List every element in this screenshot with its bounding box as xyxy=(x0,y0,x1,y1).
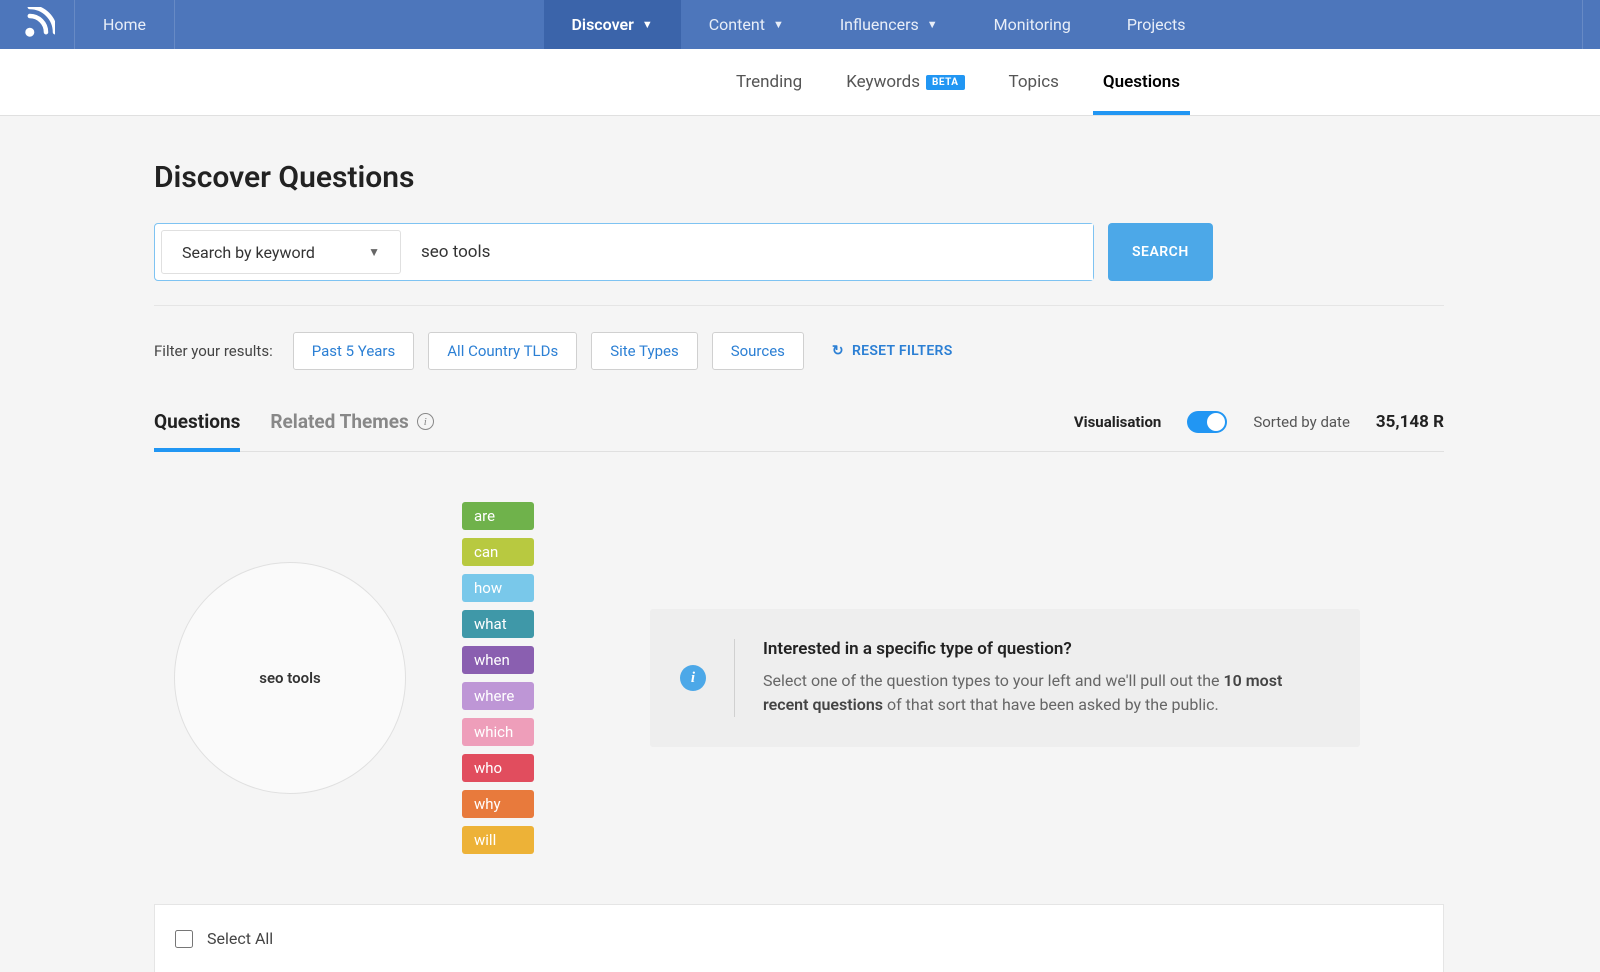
app-logo[interactable] xyxy=(0,0,75,49)
visualisation-toggle[interactable] xyxy=(1187,411,1227,433)
question-type-list: are can how what when where which who why will xyxy=(462,502,534,854)
tab-related-themes[interactable]: Related Themes i xyxy=(270,410,433,451)
question-type-how[interactable]: how xyxy=(462,574,534,602)
visualisation-label: Visualisation xyxy=(1074,413,1162,431)
beta-badge: BETA xyxy=(926,75,965,90)
info-panel: i Interested in a specific type of quest… xyxy=(650,609,1360,747)
question-type-why[interactable]: why xyxy=(462,790,534,818)
nav-influencers[interactable]: Influencers▼ xyxy=(812,0,966,49)
refresh-icon: ↻ xyxy=(832,343,844,359)
filter-label: Filter your results: xyxy=(154,342,273,360)
keyword-circle: seo tools xyxy=(174,562,406,794)
question-type-what[interactable]: what xyxy=(462,610,534,638)
top-nav: Home Discover▼ Content▼ Influencers▼ Mon… xyxy=(0,0,1600,49)
subnav-trending[interactable]: Trending xyxy=(736,50,802,114)
chevron-down-icon: ▼ xyxy=(642,18,653,31)
nav-home[interactable]: Home xyxy=(75,0,175,49)
chevron-down-icon: ▼ xyxy=(368,245,380,259)
filter-sources[interactable]: Sources xyxy=(712,332,804,370)
nav-content[interactable]: Content▼ xyxy=(681,0,812,49)
question-type-who[interactable]: who xyxy=(462,754,534,782)
info-icon: i xyxy=(680,665,706,691)
nav-items: Discover▼ Content▼ Influencers▼ Monitori… xyxy=(544,0,1214,49)
nav-projects[interactable]: Projects xyxy=(1099,0,1214,49)
subnav-topics[interactable]: Topics xyxy=(1009,50,1059,114)
info-title: Interested in a specific type of questio… xyxy=(763,639,1330,659)
question-type-can[interactable]: can xyxy=(462,538,534,566)
question-type-are[interactable]: are xyxy=(462,502,534,530)
question-type-when[interactable]: when xyxy=(462,646,534,674)
search-type-dropdown[interactable]: Search by keyword ▼ xyxy=(161,230,401,274)
search-input[interactable] xyxy=(401,224,1093,280)
reset-filters[interactable]: ↻ RESET FILTERS xyxy=(832,343,953,359)
sorted-by[interactable]: Sorted by date xyxy=(1253,413,1350,431)
result-count: 35,148 R xyxy=(1376,412,1444,432)
tabs-row: Questions Related Themes i Visualisation… xyxy=(154,410,1444,452)
subnav-keywords[interactable]: Keywords BETA xyxy=(846,50,964,114)
question-type-will[interactable]: will xyxy=(462,826,534,854)
info-body: Select one of the question types to your… xyxy=(763,669,1330,717)
question-type-which[interactable]: which xyxy=(462,718,534,746)
filter-time[interactable]: Past 5 Years xyxy=(293,332,415,370)
select-all-checkbox[interactable] xyxy=(175,930,193,948)
search-button[interactable]: SEARCH xyxy=(1108,223,1213,281)
nav-monitoring[interactable]: Monitoring xyxy=(966,0,1099,49)
filter-sitetypes[interactable]: Site Types xyxy=(591,332,697,370)
nav-discover[interactable]: Discover▼ xyxy=(544,0,681,49)
chevron-down-icon: ▼ xyxy=(927,18,938,31)
page-title: Discover Questions xyxy=(154,160,1600,195)
info-icon[interactable]: i xyxy=(417,413,434,430)
chevron-down-icon: ▼ xyxy=(773,18,784,31)
filter-row: Filter your results: Past 5 Years All Co… xyxy=(154,332,1600,370)
visualisation-area: seo tools are can how what when where which who… xyxy=(154,452,1600,904)
subnav-questions[interactable]: Questions xyxy=(1103,50,1180,114)
search-box: Search by keyword ▼ xyxy=(154,223,1094,281)
filter-country[interactable]: All Country TLDs xyxy=(428,332,577,370)
question-type-where[interactable]: where xyxy=(462,682,534,710)
results-panel: Select All xyxy=(154,904,1444,972)
select-all-label[interactable]: Select All xyxy=(207,929,273,948)
sub-nav: Trending Keywords BETA Topics Questions xyxy=(0,49,1600,116)
wifi-logo-icon xyxy=(19,7,55,43)
tab-questions[interactable]: Questions xyxy=(154,410,240,451)
